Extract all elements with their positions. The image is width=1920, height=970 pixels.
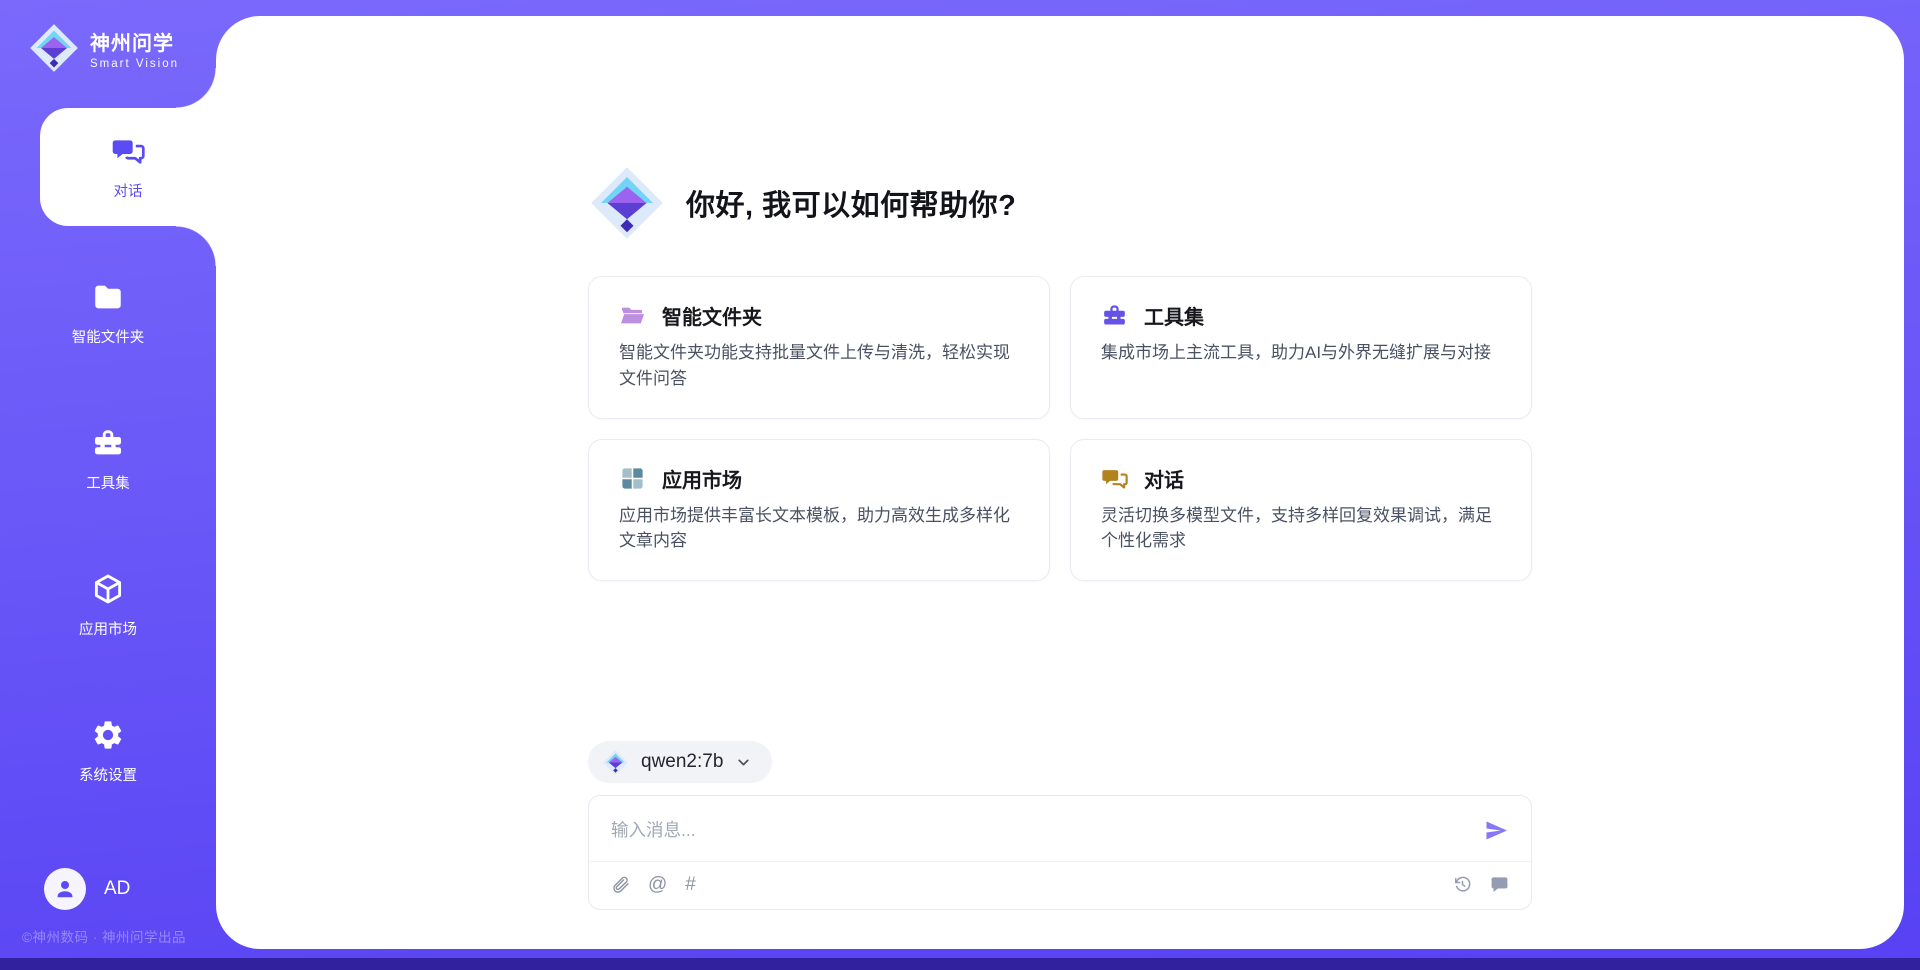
message-input[interactable] [611,820,1484,841]
chat-bubble-icon [1490,875,1509,894]
send-icon [1484,818,1509,843]
card-title: 应用市场 [662,464,742,493]
sidebar-item-label: 对话 [114,180,143,201]
bottom-strip [0,958,1920,970]
person-icon [53,877,77,901]
feature-cards: 智能文件夹 智能文件夹功能支持批量文件上传与清洗，轻松实现文件问答 工具集 集成… [588,276,1532,581]
paperclip-icon [611,875,630,894]
composer-area: qwen2:7b @ [588,741,1532,910]
sidebar-item-smart-folder[interactable]: 智能文件夹 [0,240,216,386]
card-title: 对话 [1144,464,1184,493]
sidebar-item-chat[interactable]: 对话 [40,108,216,226]
card-app-market[interactable]: 应用市场 应用市场提供丰富长文本模板，助力高效生成多样化文章内容 [588,439,1050,582]
folder-icon [91,280,125,314]
card-title: 智能文件夹 [662,301,762,330]
chevron-down-icon [735,754,752,771]
mention-button[interactable]: @ [648,875,667,894]
brand-name: 神州问学 [90,27,179,56]
card-description: 灵活切换多模型文件，支持多样回复效果调试，满足个性化需求 [1101,503,1501,555]
composer: @ # [588,795,1532,910]
sidebar-item-label: 智能文件夹 [72,326,145,347]
composer-tools-left: @ # [611,875,696,894]
card-description: 应用市场提供丰富长文本模板，助力高效生成多样化文章内容 [619,503,1019,555]
chat-icon [1101,465,1128,492]
model-selector[interactable]: qwen2:7b [588,741,772,783]
card-description: 智能文件夹功能支持批量文件上传与清洗，轻松实现文件问答 [619,340,1019,392]
send-button[interactable] [1484,818,1509,843]
composer-tools-right [1453,875,1509,894]
brand-logo-icon [28,22,80,74]
brand-text: 神州问学 Smart Vision [90,27,179,70]
sidebar-nav: 对话 智能文件夹 工具集 应用市场 系统设置 [0,108,216,824]
main-content: 你好, 我可以如何帮助你? 智能文件夹 智能文件夹功能支持批量文件上传与清洗，轻… [588,16,1532,910]
sidebar-item-label: 工具集 [86,472,130,493]
greeting: 你好, 我可以如何帮助你? [588,164,1532,242]
assistant-logo-icon [588,164,666,242]
copyright: ©神州数码 · 神州问学出品 [20,926,196,946]
cube-icon [91,572,125,606]
hash-icon: # [685,875,696,894]
card-smart-folder[interactable]: 智能文件夹 智能文件夹功能支持批量文件上传与清洗，轻松实现文件问答 [588,276,1050,419]
hash-button[interactable]: # [685,875,696,894]
brand-subtitle: Smart Vision [90,58,179,70]
history-icon [1453,875,1472,894]
gear-icon [91,718,125,752]
card-head: 对话 [1101,464,1501,493]
card-description: 集成市场上主流工具，助力AI与外界无缝扩展与对接 [1101,340,1501,366]
card-head: 智能文件夹 [619,301,1019,330]
avatar [44,868,86,910]
composer-input-row [589,796,1531,862]
history-button[interactable] [1453,875,1472,894]
greeting-text: 你好, 我可以如何帮助你? [686,182,1016,224]
sidebar-item-label: 系统设置 [79,764,137,785]
toolbox-icon [1101,302,1128,329]
chat-icon [111,134,145,168]
main-panel: 你好, 我可以如何帮助你? 智能文件夹 智能文件夹功能支持批量文件上传与清洗，轻… [216,16,1904,949]
user-profile[interactable]: AD [20,868,196,910]
attach-button[interactable] [611,875,630,894]
card-head: 工具集 [1101,301,1501,330]
open-folder-icon [619,302,646,329]
mention-icon: @ [648,875,667,894]
card-chat[interactable]: 对话 灵活切换多模型文件，支持多样回复效果调试，满足个性化需求 [1070,439,1532,582]
sidebar: 神州问学 Smart Vision 对话 智能文件夹 工具集 应用市场 系统设置 [0,0,216,958]
card-head: 应用市场 [619,464,1019,493]
user-name: AD [104,878,130,900]
sidebar-item-app-market[interactable]: 应用市场 [0,532,216,678]
sidebar-item-settings[interactable]: 系统设置 [0,678,216,824]
card-title: 工具集 [1144,301,1204,330]
card-toolset[interactable]: 工具集 集成市场上主流工具，助力AI与外界无缝扩展与对接 [1070,276,1532,419]
model-logo-icon [602,749,629,776]
toolbox-icon [91,426,125,460]
sidebar-item-label: 应用市场 [79,618,137,639]
model-name: qwen2:7b [641,751,723,773]
brand: 神州问学 Smart Vision [0,0,216,74]
market-grid-icon [619,465,646,492]
conversations-button[interactable] [1490,875,1509,894]
sidebar-item-toolset[interactable]: 工具集 [0,386,216,532]
sidebar-bottom: AD ©神州数码 · 神州问学出品 [0,868,216,946]
composer-toolbar: @ # [589,862,1531,909]
